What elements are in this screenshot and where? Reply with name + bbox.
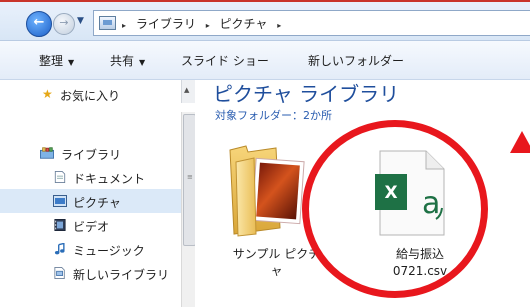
music-icon [54, 243, 65, 255]
recent-pages-dropdown-icon[interactable]: ▼ [77, 16, 84, 26]
address-bar-strip: ← → ▼ ▸ ライブラリ ▸ ピクチャ ▸ [0, 2, 530, 41]
breadcrumb-separator-icon[interactable]: ▸ [206, 21, 210, 30]
library-locations-link[interactable]: 対象フォルダー：2か所 [215, 107, 332, 123]
organize-label: 整理 [39, 54, 64, 68]
breadcrumb: ▸ ライブラリ ▸ ピクチャ ▸ [122, 15, 287, 32]
forward-arrow-icon[interactable]: → [53, 13, 75, 35]
command-toolbar: 整理 ▼ 共有 ▼ スライド ショー 新しいフォルダー [0, 41, 530, 80]
sidebar-item-label: 新しいライブラリ [73, 268, 170, 282]
navigation-top-strip: ★ お気に入り ピクチャ ライブラリ [0, 80, 530, 103]
library-icon [40, 147, 54, 159]
page-title: ピクチャ ライブラリ [213, 82, 400, 103]
sidebar-item-documents[interactable]: ドキュメント [0, 165, 181, 189]
navigation-pane: ライブラリ ドキュメント ピクチャ ビデオ ミュージック 新しいライブラリ [0, 112, 181, 307]
slideshow-button[interactable]: スライド ショー [181, 52, 269, 69]
arrow-head-icon [510, 131, 530, 153]
back-arrow-icon[interactable]: ← [26, 11, 52, 37]
documents-icon [54, 171, 66, 183]
new-folder-button[interactable]: 新しいフォルダー [308, 52, 404, 69]
address-bar[interactable]: ▸ ライブラリ ▸ ピクチャ ▸ [93, 10, 530, 36]
favorites-star-icon: ★ [42, 87, 53, 101]
sidebar-item-label: ドキュメント [73, 172, 146, 186]
sidebar-item-video[interactable]: ビデオ [0, 213, 181, 237]
new-library-icon [54, 267, 65, 279]
scroll-up-arrow-icon[interactable] [181, 80, 195, 103]
organize-button[interactable]: 整理 ▼ [39, 52, 74, 69]
breadcrumb-separator-icon[interactable]: ▸ [277, 21, 281, 30]
file-name-line-2: ャ [270, 264, 283, 278]
sidebar-item-music[interactable]: ミュージック [0, 237, 181, 261]
breadcrumb-pictures[interactable]: ピクチャ [220, 17, 268, 31]
chevron-down-icon: ▼ [68, 58, 75, 67]
highlight-circle [302, 120, 488, 298]
share-label: 共有 [110, 54, 135, 68]
sidebar-item-new-library[interactable]: 新しいライブラリ [0, 261, 181, 285]
folder-icon [229, 145, 305, 237]
navigation-scrollbar[interactable]: ≡ [181, 112, 196, 307]
sidebar-item-libraries[interactable]: ライブラリ [0, 141, 181, 165]
sidebar-item-pictures[interactable]: ピクチャ [0, 189, 181, 213]
sidebar-item-label: ピクチャ [73, 196, 121, 210]
breadcrumb-libraries[interactable]: ライブラリ [136, 17, 196, 31]
share-button[interactable]: 共有 ▼ [110, 52, 145, 69]
sidebar-item-label: ビデオ [73, 220, 110, 234]
sidebar-item-label: ミュージック [73, 244, 145, 258]
sidebar-item-label: ライブラリ [61, 148, 122, 162]
pictures-icon [53, 195, 67, 207]
chevron-down-icon: ▼ [139, 58, 146, 67]
favorites-item[interactable]: お気に入り [60, 87, 120, 103]
breadcrumb-separator-icon[interactable]: ▸ [122, 21, 126, 30]
library-location-icon [99, 16, 116, 30]
video-icon [54, 219, 66, 231]
scrollbar-grip-icon: ≡ [187, 173, 193, 181]
